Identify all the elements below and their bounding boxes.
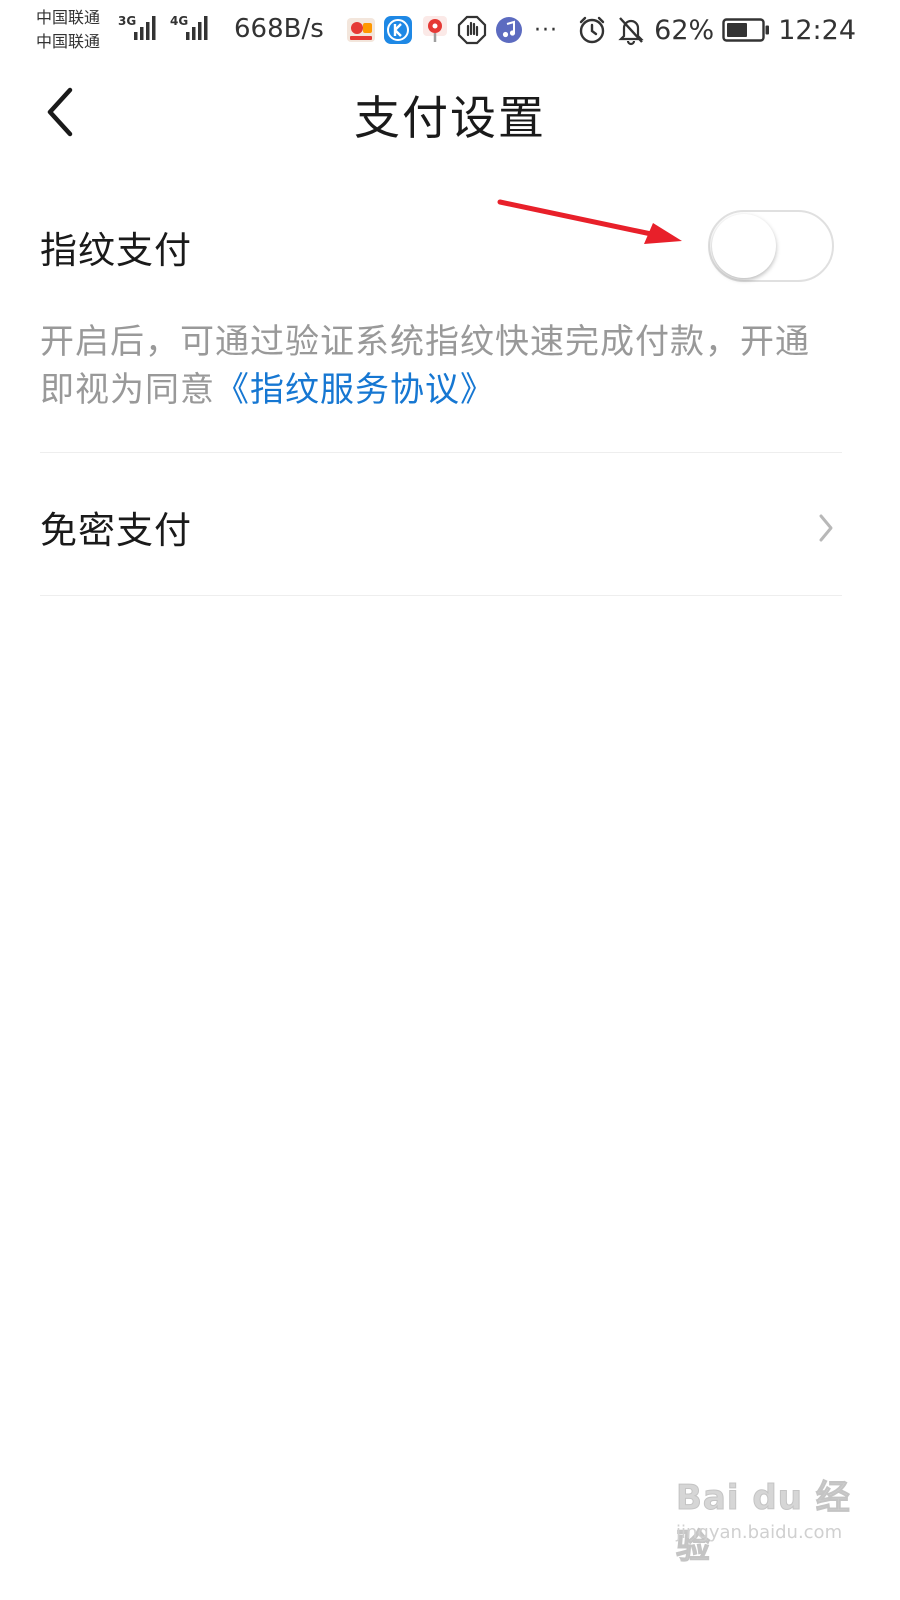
music-app-icon bbox=[494, 15, 524, 45]
signal-bars-icon bbox=[134, 16, 156, 40]
battery-icon bbox=[722, 18, 770, 42]
fingerprint-pay-row: 指纹支付 bbox=[40, 200, 842, 295]
signal-4g: 4G bbox=[170, 12, 218, 42]
clock-time: 12:24 bbox=[778, 14, 856, 46]
payment-settings-screen: 中国联通 中国联通 3G 4G 668B/s ··· 62% 12:24 支付设… bbox=[0, 0, 900, 1600]
k-app-icon bbox=[383, 15, 413, 45]
divider bbox=[40, 595, 842, 596]
fingerprint-pay-description: 开启后，可通过验证系统指纹快速完成付款，开通即视为同意《指纹服务协议》 bbox=[40, 318, 840, 414]
network-speed: 668B/s bbox=[234, 14, 324, 44]
divider bbox=[40, 452, 842, 453]
battery-percentage: 62% bbox=[654, 14, 715, 46]
carrier-info: 中国联通 中国联通 bbox=[36, 6, 100, 54]
toggle-knob bbox=[712, 214, 776, 278]
chevron-right-icon bbox=[819, 514, 833, 542]
app-notification-icon bbox=[346, 15, 376, 45]
password-free-pay-label: 免密支付 bbox=[40, 509, 192, 552]
page-title: 支付设置 bbox=[354, 91, 546, 145]
carrier-name-1: 中国联通 bbox=[36, 8, 101, 27]
hand-stop-icon bbox=[457, 15, 487, 45]
alarm-clock-icon bbox=[579, 16, 605, 44]
bell-off-icon bbox=[618, 17, 644, 46]
password-free-pay-row[interactable]: 免密支付 bbox=[40, 480, 842, 576]
baidu-jingyan-watermark: Bai du 经验 jingyan.baidu.com bbox=[676, 1470, 866, 1568]
system-status: 62% 12:24 bbox=[568, 12, 856, 48]
watermark-logo: Bai du 经验 bbox=[676, 1478, 851, 1568]
fingerprint-pay-label: 指纹支付 bbox=[40, 229, 192, 272]
notification-icons: ··· bbox=[346, 14, 568, 46]
fingerprint-agreement-link[interactable]: 《指纹服务协议》 bbox=[215, 370, 495, 410]
watermark-url: jingyan.baidu.com bbox=[676, 1522, 843, 1543]
navigation-header: 支付设置 bbox=[0, 64, 900, 164]
map-pin-app-icon bbox=[420, 15, 450, 45]
signal-3g: 3G bbox=[118, 12, 166, 42]
status-bar: 中国联通 中国联通 3G 4G 668B/s ··· 62% 12:24 bbox=[0, 0, 900, 64]
carrier-name-2: 中国联通 bbox=[36, 32, 101, 51]
fingerprint-pay-toggle[interactable] bbox=[708, 210, 834, 282]
annotation-arrow-icon bbox=[497, 199, 682, 244]
signal-bars-icon bbox=[186, 16, 208, 40]
more-notifications-indicator: ··· bbox=[534, 17, 558, 43]
